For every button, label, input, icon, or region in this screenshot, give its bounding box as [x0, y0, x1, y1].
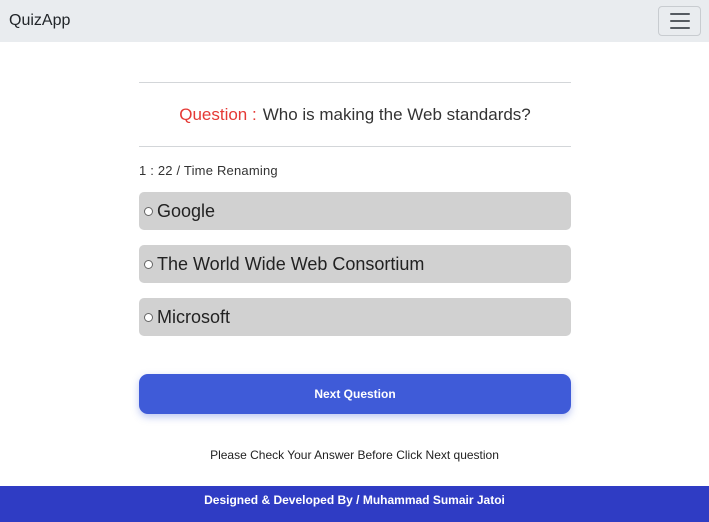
hamburger-menu-icon-bar	[669, 20, 690, 22]
question-label: Question :	[179, 104, 257, 124]
hamburger-menu-icon	[669, 13, 690, 15]
option-w3c[interactable]: The World Wide Web Consortium	[139, 245, 571, 283]
menu-toggle-button[interactable]	[658, 6, 701, 36]
quiz-panel: Question : Who is making the Web standar…	[139, 82, 571, 336]
option-label: Microsoft	[157, 306, 231, 327]
option-label: Google	[157, 200, 216, 221]
option-google[interactable]: Google	[139, 192, 571, 230]
question-text: Who is making the Web standards?	[262, 104, 531, 124]
brand-title[interactable]: QuizApp	[9, 12, 70, 30]
question-heading: Question : Who is making the Web standar…	[139, 83, 571, 146]
navbar: QuizApp	[0, 0, 709, 42]
divider	[139, 146, 571, 147]
hamburger-menu-icon-bar	[669, 27, 690, 29]
footer: Designed & Developed By / Muhammad Sumai…	[0, 486, 709, 522]
options-list: Google The World Wide Web Consortium Mic…	[139, 192, 571, 336]
footer-credit: Designed & Developed By / Muhammad Sumai…	[204, 493, 505, 507]
option-microsoft[interactable]: Microsoft	[139, 298, 571, 336]
radio-icon[interactable]	[144, 206, 153, 216]
next-question-button[interactable]: Next Question	[139, 374, 571, 414]
radio-icon[interactable]	[144, 259, 153, 269]
radio-icon[interactable]	[144, 312, 153, 322]
instruction-note: Please Check Your Answer Before Click Ne…	[210, 448, 499, 462]
option-label: The World Wide Web Consortium	[157, 253, 425, 274]
timer-text: 1 : 22 / Time Renaming	[139, 163, 278, 178]
